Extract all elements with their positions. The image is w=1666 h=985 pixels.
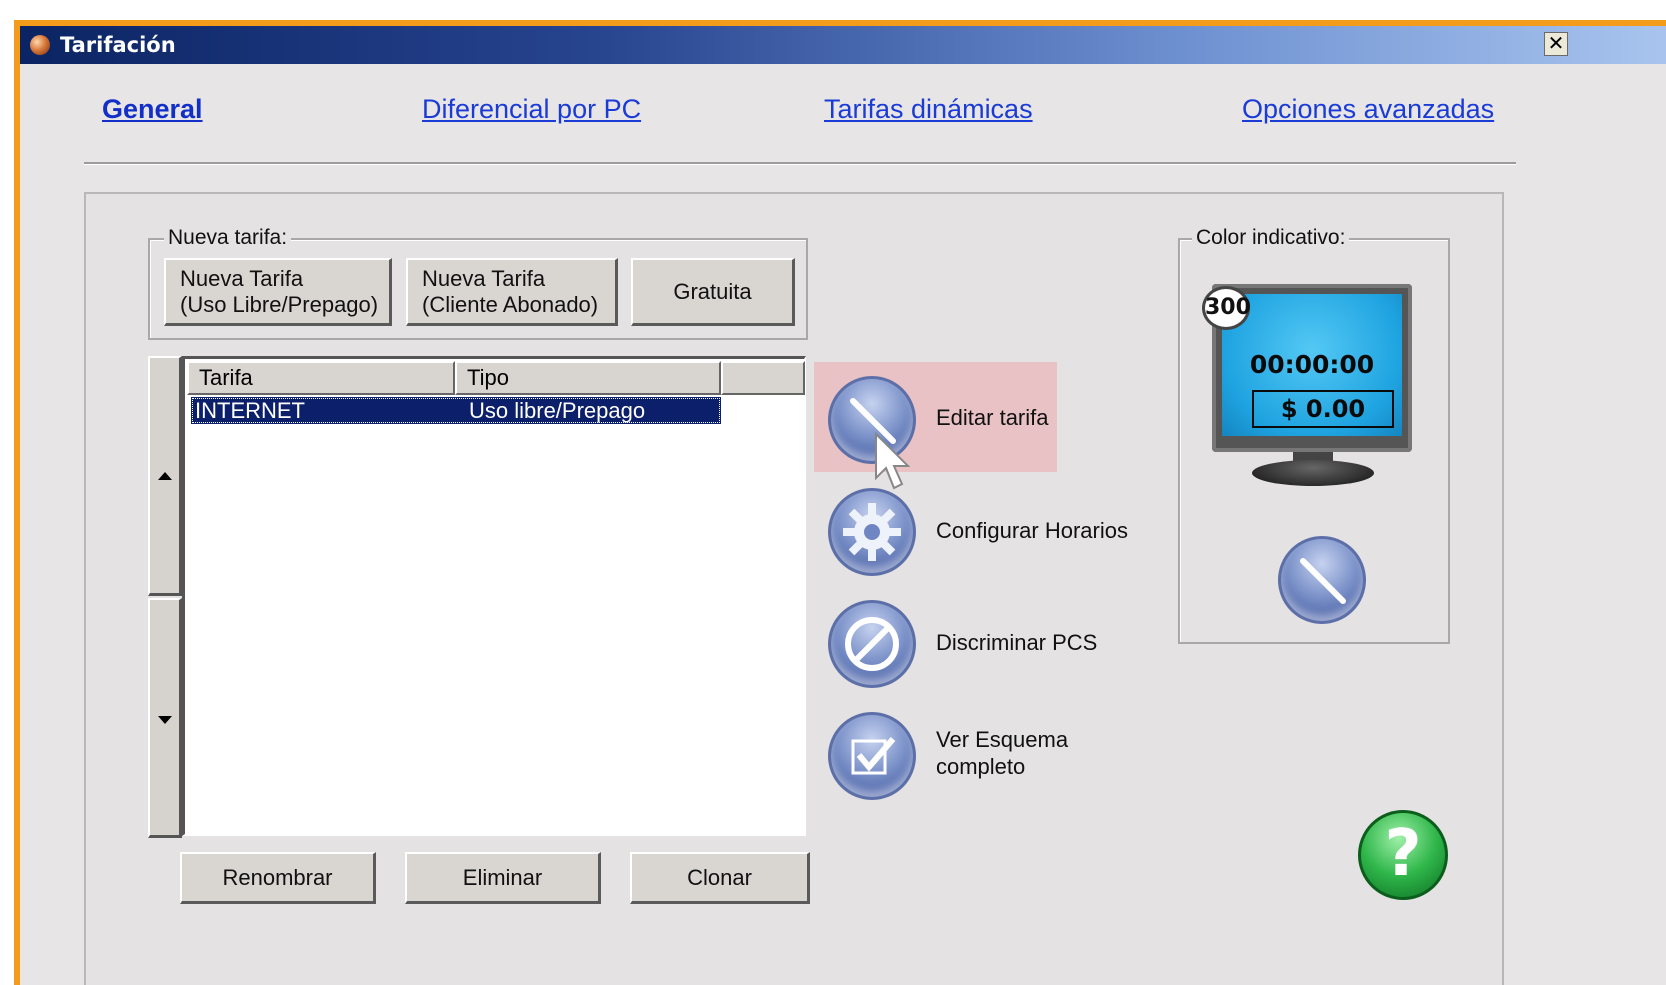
gear-icon[interactable] xyxy=(828,488,916,576)
arrow-up-icon xyxy=(158,472,172,480)
app-icon xyxy=(30,35,50,55)
nueva-tarifa-uso-libre-button[interactable]: Nueva Tarifa (Uso Libre/Prepago) xyxy=(164,258,392,326)
label-line: completo xyxy=(936,754,1026,779)
monitor-time: 00:00:00 xyxy=(1249,350,1375,379)
editar-tarifa-label[interactable]: Editar tarifa xyxy=(936,404,1049,431)
button-line: (Uso Libre/Prepago) xyxy=(180,291,379,317)
clonar-button[interactable]: Clonar xyxy=(630,852,810,904)
monitor-base xyxy=(1252,460,1374,486)
label-line: Ver Esquema xyxy=(936,727,1069,752)
discriminar-pcs-label[interactable]: Discriminar PCS xyxy=(936,629,1097,656)
cell-tipo: Uso libre/Prepago xyxy=(469,398,646,423)
tab-tarifas-dinamicas[interactable]: Tarifas dinámicas xyxy=(824,94,1033,125)
column-header-tarifa[interactable]: Tarifa xyxy=(187,361,455,395)
button-label: Gratuita xyxy=(673,278,752,304)
close-button[interactable]: ✕ xyxy=(1544,32,1568,56)
nueva-tarifa-abonado-button[interactable]: Nueva Tarifa (Cliente Abonado) xyxy=(406,258,618,326)
pencil-icon[interactable] xyxy=(1278,536,1366,624)
nueva-tarifa-legend: Nueva tarifa: xyxy=(164,226,292,250)
move-down-button[interactable] xyxy=(148,598,182,838)
tab-general[interactable]: General xyxy=(102,94,203,125)
pc-number-badge: 300 xyxy=(1202,286,1251,330)
prohibited-icon[interactable] xyxy=(828,600,916,688)
arrow-down-icon xyxy=(158,716,172,724)
tab-diferencial-por-pc[interactable]: Diferencial por PC xyxy=(422,94,641,125)
checkmark-icon[interactable] xyxy=(828,712,916,800)
column-header-empty xyxy=(721,361,805,395)
ver-esquema-label[interactable]: Ver Esquema completo xyxy=(936,726,1068,780)
renombrar-button[interactable]: Renombrar xyxy=(180,852,376,904)
mouse-cursor-icon xyxy=(875,432,910,490)
gratuita-button[interactable]: Gratuita xyxy=(631,258,795,326)
color-indicativo-legend: Color indicativo: xyxy=(1192,226,1350,250)
button-line: Nueva Tarifa xyxy=(422,265,546,291)
tab-opciones-avanzadas[interactable]: Opciones avanzadas xyxy=(1242,94,1494,125)
column-header-tipo[interactable]: Tipo xyxy=(455,361,721,395)
tab-divider xyxy=(84,162,1516,165)
move-up-button[interactable] xyxy=(148,356,182,596)
button-line: (Cliente Abonado) xyxy=(422,291,599,317)
list-row[interactable]: INTERNET Uso libre/Prepago xyxy=(191,397,721,424)
tarifa-list[interactable]: Tarifa Tipo INTERNET Uso libre/Prepago xyxy=(182,356,806,836)
button-line: Nueva Tarifa xyxy=(180,265,304,291)
title-bar[interactable]: Tarifación ✕ xyxy=(20,26,1666,64)
monitor-price: $ 0.00 xyxy=(1252,390,1394,428)
configurar-horarios-label[interactable]: Configurar Horarios xyxy=(936,517,1128,544)
cell-tarifa: INTERNET xyxy=(195,398,305,423)
eliminar-button[interactable]: Eliminar xyxy=(405,852,601,904)
window-title: Tarifación xyxy=(60,33,176,57)
help-icon[interactable]: ? xyxy=(1358,810,1448,900)
